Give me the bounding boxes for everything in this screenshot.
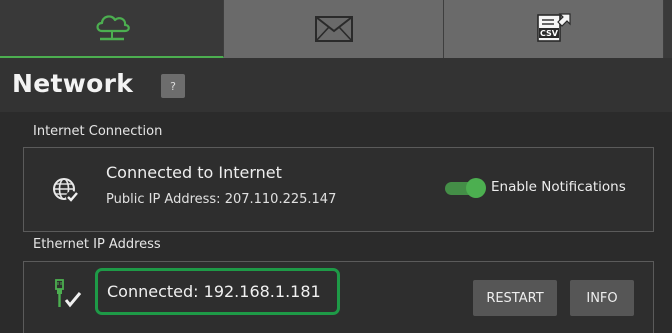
internet-section-label: Internet Connection [33,124,163,139]
globe-check-icon [53,178,78,203]
restart-button[interactable]: RESTART [473,280,557,316]
info-button[interactable]: INFO [570,280,634,316]
internet-panel: Connected to Internet Public IP Address:… [23,147,654,232]
ethernet-ip-status: Connected: 192.168.1.181 [95,268,340,315]
ethernet-panel: Connected: 192.168.1.181 RESTART INFO [23,261,654,333]
tab-csv[interactable]: CSV [444,0,664,58]
csv-export-icon: CSV [536,13,571,42]
svg-text:CSV: CSV [540,29,559,38]
tab-mail[interactable] [224,0,444,58]
page-header: Network ? [0,58,672,112]
notifications-label: Enable Notifications [491,179,626,195]
mail-icon [314,16,353,42]
cloud-icon [95,15,130,41]
tab-bar: CSV [0,0,672,58]
ethernet-check-icon [55,279,82,308]
public-ip-address: Public IP Address: 207.110.225.147 [106,192,337,207]
tab-cloud[interactable] [0,0,224,58]
page-title: Network [12,69,134,98]
help-button[interactable]: ? [161,74,185,98]
internet-status: Connected to Internet [106,163,282,182]
ethernet-section-label: Ethernet IP Address [33,237,161,252]
tab-bar-edge [664,0,672,58]
toggle-knob [466,178,486,198]
notifications-toggle[interactable] [445,178,486,198]
